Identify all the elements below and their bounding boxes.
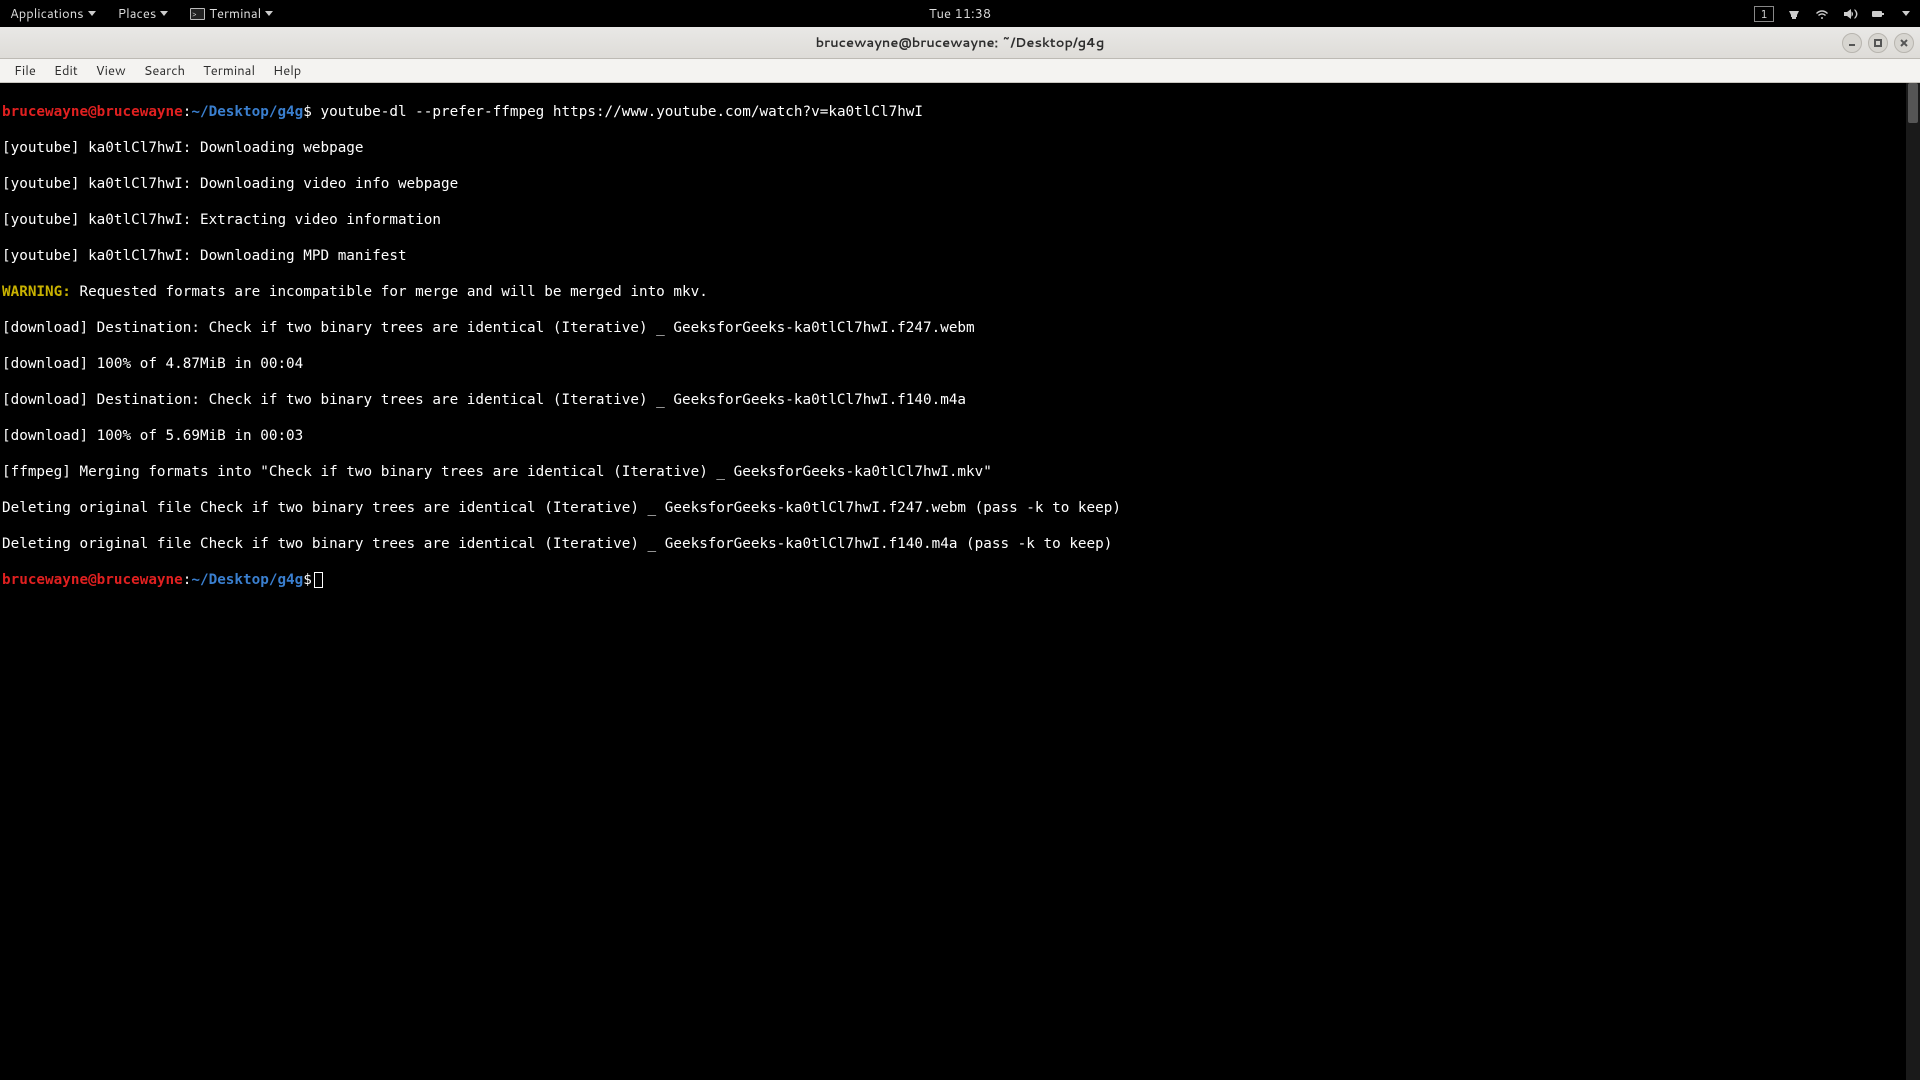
scrollbar-thumb[interactable]	[1908, 83, 1918, 123]
places-menu[interactable]: Places	[114, 3, 173, 25]
menu-edit[interactable]: Edit	[46, 60, 86, 82]
warning-text: Requested formats are incompatible for m…	[71, 284, 708, 300]
menu-help[interactable]: Help	[265, 60, 309, 82]
terminal-line: Deleting original file Check if two bina…	[2, 535, 1920, 553]
notifications-icon[interactable]	[1786, 6, 1802, 22]
terminal-line: [youtube] ka0tlCl7hwI: Downloading webpa…	[2, 139, 1920, 157]
terminal-line: WARNING: Requested formats are incompati…	[2, 283, 1920, 301]
prompt-dollar: $	[303, 104, 312, 120]
applications-label: Applications	[10, 5, 84, 23]
prompt-path: ~/Desktop/g4g	[191, 104, 303, 120]
window-title: brucewayne@brucewayne: ~/Desktop/g4g	[816, 34, 1105, 52]
chevron-down-icon	[1902, 11, 1910, 16]
command-text: youtube-dl --prefer-ffmpeg https://www.y…	[321, 104, 924, 120]
battery-icon[interactable]	[1870, 6, 1886, 22]
terminal-viewport[interactable]: brucewayne@brucewayne:~/Desktop/g4g$ you…	[0, 83, 1920, 1080]
menu-search[interactable]: Search	[136, 60, 193, 82]
terminal-line: [download] Destination: Check if two bin…	[2, 391, 1920, 409]
terminal-line: [youtube] ka0tlCl7hwI: Extracting video …	[2, 211, 1920, 229]
terminal-line: Deleting original file Check if two bina…	[2, 499, 1920, 517]
prompt-dollar: $	[303, 572, 312, 588]
prompt-path: ~/Desktop/g4g	[191, 572, 303, 588]
terminal-line: [youtube] ka0tlCl7hwI: Downloading video…	[2, 175, 1920, 193]
network-wifi-icon[interactable]	[1814, 6, 1830, 22]
places-label: Places	[118, 5, 157, 23]
volume-icon[interactable]	[1842, 6, 1858, 22]
menu-help-label: Help	[273, 62, 301, 80]
workspace-number: 1	[1761, 6, 1768, 22]
clock-label: Tue 11:38	[929, 5, 991, 23]
terminal-line: [download] 100% of 5.69MiB in 00:03	[2, 427, 1920, 445]
menu-terminal-label: Terminal	[203, 62, 255, 80]
terminal-line: [youtube] ka0tlCl7hwI: Downloading MPD m…	[2, 247, 1920, 265]
terminal-line: [download] Destination: Check if two bin…	[2, 319, 1920, 337]
warning-label: WARNING:	[2, 284, 71, 300]
terminal-app-indicator[interactable]: Terminal	[186, 3, 277, 25]
applications-menu[interactable]: Applications	[6, 3, 100, 25]
window-title-bar: brucewayne@brucewayne: ~/Desktop/g4g	[0, 27, 1920, 59]
prompt-user: brucewayne@brucewayne	[2, 104, 183, 120]
menu-view-label: View	[96, 62, 126, 80]
window-minimize-button[interactable]	[1842, 33, 1862, 53]
menu-file-label: File	[14, 62, 36, 80]
terminal-line: brucewayne@brucewayne:~/Desktop/g4g$ you…	[2, 103, 1920, 121]
terminal-line: brucewayne@brucewayne:~/Desktop/g4g$	[2, 571, 1920, 589]
terminal-icon	[190, 8, 205, 20]
chevron-down-icon	[88, 11, 96, 16]
workspace-indicator[interactable]: 1	[1754, 6, 1774, 22]
clock[interactable]: Tue 11:38	[929, 5, 991, 23]
chevron-down-icon	[160, 11, 168, 16]
terminal-label: Terminal	[209, 5, 261, 23]
terminal-line: [ffmpeg] Merging formats into "Check if …	[2, 463, 1920, 481]
menu-search-label: Search	[144, 62, 185, 80]
prompt-user: brucewayne@brucewayne	[2, 572, 183, 588]
app-menu-bar: File Edit View Search Terminal Help	[0, 59, 1920, 83]
window-close-button[interactable]	[1894, 33, 1914, 53]
chevron-down-icon	[265, 11, 273, 16]
menu-terminal[interactable]: Terminal	[195, 60, 263, 82]
menu-edit-label: Edit	[54, 62, 78, 80]
terminal-line: [download] 100% of 4.87MiB in 00:04	[2, 355, 1920, 373]
window-maximize-button[interactable]	[1868, 33, 1888, 53]
system-menu[interactable]	[1898, 9, 1914, 18]
terminal-scrollbar[interactable]	[1906, 83, 1920, 1080]
menu-file[interactable]: File	[6, 60, 44, 82]
cursor	[314, 572, 323, 588]
menu-view[interactable]: View	[88, 60, 134, 82]
desktop-top-bar: Applications Places Terminal Tue 11:38 1	[0, 0, 1920, 27]
